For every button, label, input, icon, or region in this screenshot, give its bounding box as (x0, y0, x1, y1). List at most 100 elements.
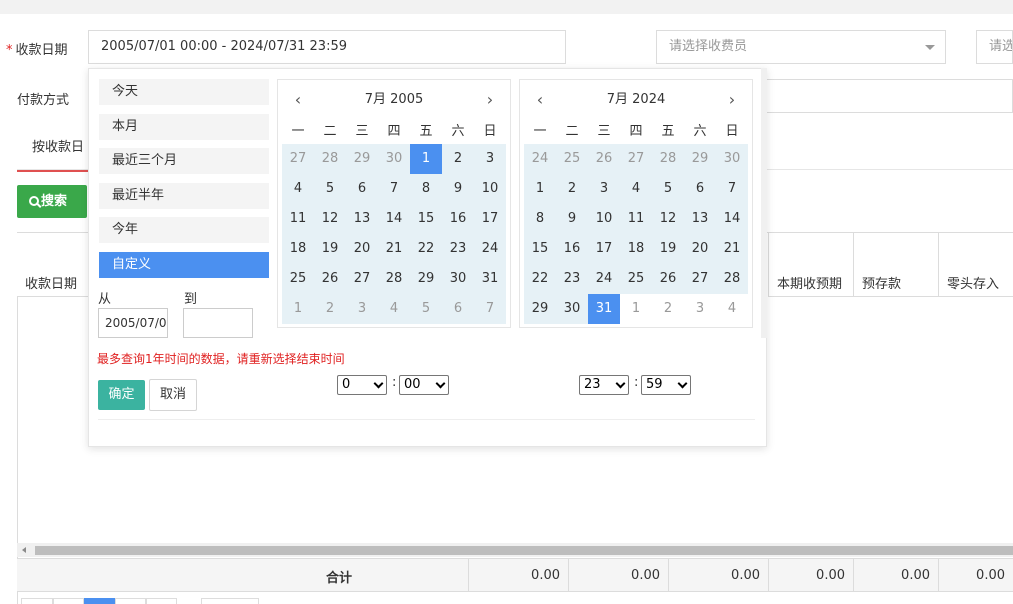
calendar-day[interactable]: 28 (652, 144, 684, 174)
shortcut-custom[interactable]: 自定义 (99, 252, 269, 278)
to-input[interactable] (183, 308, 253, 338)
calendar-day[interactable]: 7 (716, 174, 748, 204)
calendar-day[interactable]: 5 (314, 174, 346, 204)
calendar-day[interactable]: 26 (588, 144, 620, 174)
calendar-day[interactable]: 28 (716, 264, 748, 294)
start-hour-select[interactable]: 0 (337, 375, 387, 395)
calendar-day[interactable]: 31 (474, 264, 506, 294)
calendar-day[interactable]: 22 (410, 234, 442, 264)
calendar-day[interactable]: 1 (282, 294, 314, 324)
search-button[interactable]: 搜索 (17, 185, 87, 218)
shortcut-last-3-months[interactable]: 最近三个月 (99, 148, 269, 174)
calendar-day[interactable]: 18 (620, 234, 652, 264)
calendar-day[interactable]: 12 (652, 204, 684, 234)
calendar-day[interactable]: 30 (378, 144, 410, 174)
calendar-day[interactable]: 4 (282, 174, 314, 204)
calendar-day[interactable]: 4 (378, 294, 410, 324)
shortcut-today[interactable]: 今天 (99, 79, 269, 105)
calendar-day[interactable]: 9 (556, 204, 588, 234)
calendar-day[interactable]: 3 (346, 294, 378, 324)
calendar-day[interactable]: 31 (588, 294, 620, 324)
horizontal-scrollbar[interactable] (17, 543, 1013, 557)
shortcut-this-year[interactable]: 今年 (99, 217, 269, 243)
calendar-day[interactable]: 17 (588, 234, 620, 264)
calendar-day[interactable]: 1 (410, 144, 442, 174)
calendar-day[interactable]: 29 (346, 144, 378, 174)
calendar-day[interactable]: 28 (314, 144, 346, 174)
calendar-day[interactable]: 15 (410, 204, 442, 234)
calendar-day[interactable]: 6 (442, 294, 474, 324)
calendar-day[interactable]: 22 (524, 264, 556, 294)
calendar-day[interactable]: 7 (474, 294, 506, 324)
calendar-day[interactable]: 21 (378, 234, 410, 264)
pager-prev[interactable] (53, 598, 84, 604)
calendar-day[interactable]: 13 (346, 204, 378, 234)
calendar-day[interactable]: 2 (652, 294, 684, 324)
confirm-button[interactable]: 确定 (98, 380, 145, 410)
calendar-day[interactable]: 30 (716, 144, 748, 174)
calendar-day[interactable]: 29 (524, 294, 556, 324)
calendar-day[interactable]: 14 (716, 204, 748, 234)
date-range-input[interactable]: 2005/07/01 00:00 - 2024/07/31 23:59 (88, 30, 566, 64)
end-hour-select[interactable]: 23 (579, 375, 629, 395)
calendar-day[interactable]: 16 (442, 204, 474, 234)
calendar-day[interactable]: 27 (620, 144, 652, 174)
tab-by-date[interactable]: 按收款日 (17, 128, 89, 172)
pager-current[interactable] (84, 598, 115, 604)
calendar-day[interactable]: 16 (556, 234, 588, 264)
calendar-day[interactable]: 26 (314, 264, 346, 294)
calendar-day[interactable]: 29 (410, 264, 442, 294)
calendar-day[interactable]: 2 (314, 294, 346, 324)
next-month-icon[interactable]: › (480, 88, 500, 112)
scrollbar-thumb[interactable] (35, 546, 1013, 555)
pager-last[interactable] (146, 598, 177, 604)
start-minute-select[interactable]: 00 (399, 375, 449, 395)
calendar-day[interactable]: 25 (282, 264, 314, 294)
calendar-day[interactable]: 10 (474, 174, 506, 204)
calendar-day[interactable]: 12 (314, 204, 346, 234)
calendar-day[interactable]: 21 (716, 234, 748, 264)
calendar-day[interactable]: 27 (282, 144, 314, 174)
calendar-day[interactable]: 10 (588, 204, 620, 234)
vertical-scrollbar[interactable] (761, 68, 767, 338)
calendar-day[interactable]: 11 (620, 204, 652, 234)
calendar-day[interactable]: 25 (620, 264, 652, 294)
pager-next[interactable] (115, 598, 146, 604)
calendar-day[interactable]: 19 (314, 234, 346, 264)
payment-input[interactable]: 期 (740, 79, 1013, 113)
other-select[interactable]: 请选 (976, 30, 1013, 64)
from-input[interactable]: 2005/07/0 (98, 308, 168, 338)
calendar-day[interactable]: 1 (524, 174, 556, 204)
calendar-day[interactable]: 2 (556, 174, 588, 204)
calendar-day[interactable]: 14 (378, 204, 410, 234)
calendar-day[interactable]: 24 (474, 234, 506, 264)
cancel-button[interactable]: 取消 (149, 379, 197, 411)
shortcut-last-6-months[interactable]: 最近半年 (99, 183, 269, 209)
calendar-day[interactable]: 9 (442, 174, 474, 204)
calendar-day[interactable]: 8 (410, 174, 442, 204)
calendar-day[interactable]: 3 (588, 174, 620, 204)
calendar-day[interactable]: 3 (684, 294, 716, 324)
calendar-day[interactable]: 27 (684, 264, 716, 294)
pager-first[interactable] (21, 598, 53, 604)
calendar-day[interactable]: 18 (282, 234, 314, 264)
collector-select[interactable]: 请选择收费员 (656, 30, 946, 64)
calendar-day[interactable]: 3 (474, 144, 506, 174)
calendar-day[interactable]: 20 (346, 234, 378, 264)
calendar-day[interactable]: 11 (282, 204, 314, 234)
calendar-day[interactable]: 20 (684, 234, 716, 264)
calendar-day[interactable]: 6 (346, 174, 378, 204)
next-month-icon[interactable]: › (722, 88, 742, 112)
calendar-day[interactable]: 23 (442, 234, 474, 264)
calendar-day[interactable]: 25 (556, 144, 588, 174)
calendar-day[interactable]: 15 (524, 234, 556, 264)
calendar-day[interactable]: 5 (652, 174, 684, 204)
calendar-day[interactable]: 17 (474, 204, 506, 234)
calendar-day[interactable]: 7 (378, 174, 410, 204)
calendar-day[interactable]: 23 (556, 264, 588, 294)
scroll-left-icon[interactable] (22, 547, 26, 553)
calendar-day[interactable]: 2 (442, 144, 474, 174)
calendar-day[interactable]: 24 (588, 264, 620, 294)
calendar-day[interactable]: 30 (556, 294, 588, 324)
calendar-day[interactable]: 28 (378, 264, 410, 294)
